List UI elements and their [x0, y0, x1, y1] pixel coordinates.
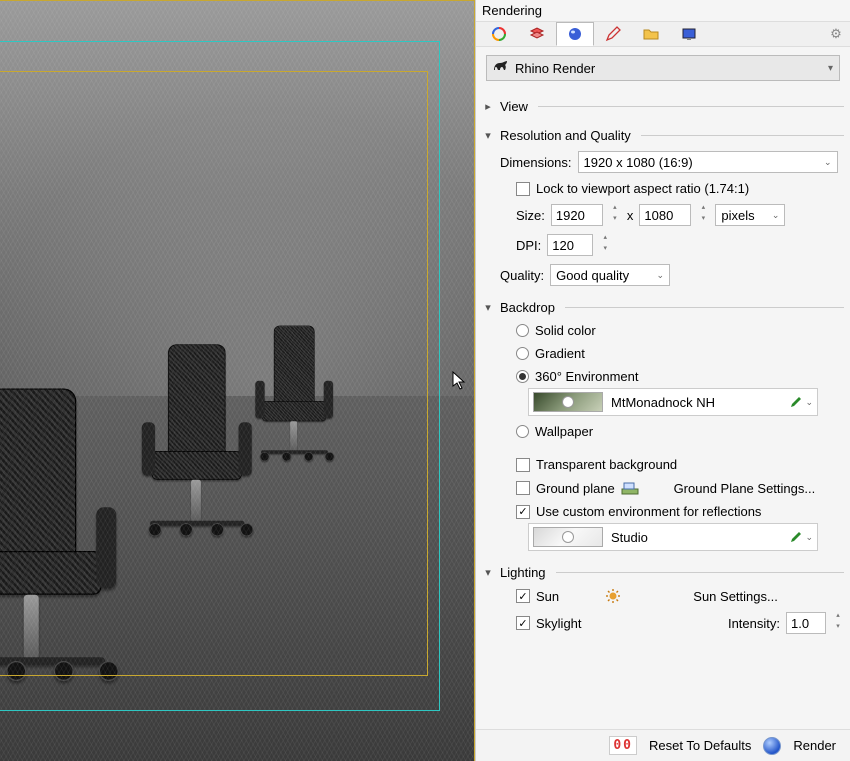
panel-toolbar: ⚙ [476, 21, 850, 47]
lock-aspect-checkbox[interactable] [516, 182, 530, 196]
chevron-down-icon: ▾ [828, 63, 833, 74]
section-lighting-header[interactable]: ▾ Lighting [482, 565, 844, 580]
chevron-down-icon: ▾ [482, 301, 494, 314]
backdrop-solid-radio[interactable] [516, 324, 529, 337]
tab-pencil-icon[interactable] [594, 22, 632, 46]
environment-picker[interactable]: MtMonadnock NH ⌄ [528, 388, 818, 416]
environment-thumbnail [533, 392, 603, 412]
panel-scroll[interactable]: ▸ View ▾ Resolution and Quality Dimensio… [476, 85, 850, 729]
ground-plane-checkbox[interactable] [516, 481, 530, 495]
lock-aspect-label: Lock to viewport aspect ratio (1.74:1) [536, 181, 749, 196]
width-spinner[interactable]: ▴▾ [609, 204, 621, 226]
ground-plane-settings-button[interactable]: Ground Plane Settings... [645, 481, 844, 496]
renderer-name: Rhino Render [515, 61, 595, 76]
reflection-env-picker[interactable]: Studio ⌄ [528, 523, 818, 551]
renderer-dropdown[interactable]: Rhino Render ▾ [486, 55, 840, 81]
height-input[interactable]: 1080 [639, 204, 691, 226]
dimensions-dropdown[interactable]: 1920 x 1080 (16:9) ⌄ [578, 151, 838, 173]
cursor-icon [452, 371, 466, 391]
section-resolution-header[interactable]: ▾ Resolution and Quality [482, 128, 844, 143]
section-view-header[interactable]: ▸ View [482, 99, 844, 114]
rendering-panel: Rendering ⚙ Rhino Render ▾ ▸ View ▾ Reso… [475, 0, 850, 761]
viewport-3d[interactable] [0, 0, 475, 761]
reset-defaults-button[interactable]: Reset To Defaults [643, 738, 757, 753]
quality-label: Quality: [500, 268, 544, 283]
tab-folder-icon[interactable] [632, 22, 670, 46]
reflection-env-thumbnail [533, 527, 603, 547]
chevron-down-icon: ⌄ [824, 157, 832, 168]
tab-display-icon[interactable] [670, 22, 708, 46]
edit-reflection-env-icon[interactable]: ⌄ [789, 530, 813, 544]
backdrop-gradient-radio[interactable] [516, 347, 529, 360]
width-input[interactable]: 1920 [551, 204, 603, 226]
chevron-right-icon: ▸ [482, 100, 494, 113]
ground-plane-icon [621, 480, 639, 496]
size-label: Size: [516, 208, 545, 223]
skylight-checkbox[interactable]: ✓ [516, 616, 530, 630]
panel-settings-gear-icon[interactable]: ⚙ [826, 26, 846, 42]
height-spinner[interactable]: ▴▾ [697, 204, 709, 226]
intensity-input[interactable]: 1.0 [786, 612, 826, 634]
chevron-down-icon: ⌄ [657, 270, 665, 281]
intensity-label: Intensity: [728, 616, 780, 631]
custom-env-checkbox[interactable]: ✓ [516, 505, 530, 519]
intensity-spinner[interactable]: ▴▾ [832, 612, 844, 634]
tab-materials-icon[interactable] [480, 22, 518, 46]
units-dropdown[interactable]: pixels ⌄ [715, 204, 785, 226]
sun-settings-button[interactable]: Sun Settings... [627, 589, 844, 604]
rhino-icon [493, 59, 509, 78]
dimensions-label: Dimensions: [500, 155, 572, 170]
chevron-down-icon: ▾ [482, 566, 494, 579]
chevron-down-icon: ▾ [482, 129, 494, 142]
edit-environment-icon[interactable]: ⌄ [789, 395, 813, 409]
panel-title: Rendering [476, 0, 850, 21]
tab-render-icon[interactable] [556, 22, 594, 46]
render-button[interactable]: Render [787, 738, 842, 753]
render-sphere-icon [763, 737, 781, 755]
render-counter: 00 [609, 736, 637, 755]
sun-icon [605, 588, 621, 604]
section-resolution-label: Resolution and Quality [500, 128, 631, 143]
section-backdrop-label: Backdrop [500, 300, 555, 315]
section-lighting-label: Lighting [500, 565, 546, 580]
dpi-label: DPI: [516, 238, 541, 253]
transparent-bg-checkbox[interactable] [516, 458, 530, 472]
quality-dropdown[interactable]: Good quality ⌄ [550, 264, 670, 286]
section-view-label: View [500, 99, 528, 114]
dpi-input[interactable]: 120 [547, 234, 593, 256]
panel-footer: 00 Reset To Defaults Render [476, 729, 850, 761]
dpi-spinner[interactable]: ▴▾ [599, 234, 611, 256]
backdrop-360-radio[interactable] [516, 370, 529, 383]
tab-layers-icon[interactable] [518, 22, 556, 46]
backdrop-wallpaper-radio[interactable] [516, 425, 529, 438]
chevron-down-icon: ⌄ [772, 210, 780, 221]
safe-frame-inner [0, 71, 428, 676]
sun-checkbox[interactable]: ✓ [516, 589, 530, 603]
section-backdrop-header[interactable]: ▾ Backdrop [482, 300, 844, 315]
